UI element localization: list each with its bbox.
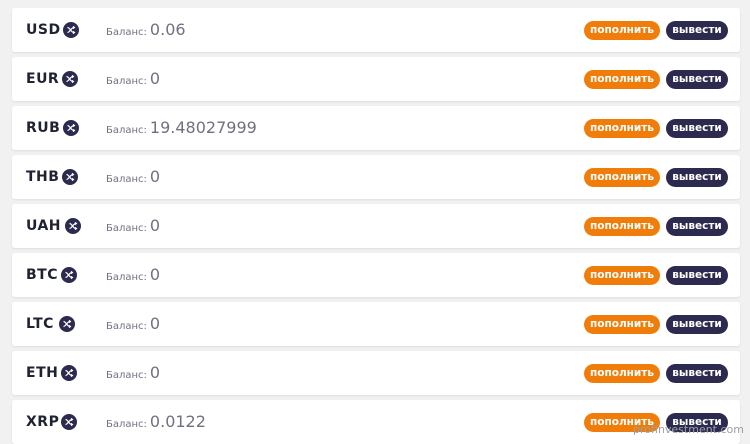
balance: Баланс:0	[106, 216, 160, 239]
deposit-button[interactable]: пополнить	[584, 217, 660, 236]
deposit-button[interactable]: пополнить	[584, 266, 660, 285]
balance-value: 0	[150, 314, 160, 333]
balance-label: Баланс:	[106, 174, 147, 185]
balance: Баланс:0	[106, 265, 160, 288]
currency-row-rub: RUB Баланс:19.48027999 пополнить вывести	[12, 106, 740, 150]
balance-value: 0	[150, 265, 160, 284]
currency-row-thb: THB Баланс:0 пополнить вывести	[12, 155, 740, 199]
exchange-icon[interactable]	[59, 316, 75, 332]
balance: Баланс:0	[106, 314, 160, 337]
balance-label: Баланс:	[106, 125, 147, 136]
balance-label: Баланс:	[106, 27, 147, 38]
balance-value: 0	[150, 216, 160, 235]
balance: Баланс:0.06	[106, 20, 186, 43]
currency-code: USD	[26, 21, 61, 39]
balance: Баланс:0	[106, 69, 160, 92]
deposit-button[interactable]: пополнить	[584, 21, 660, 40]
balance: Баланс:19.48027999	[106, 118, 257, 141]
currency-code: EUR	[26, 70, 59, 88]
balance-label: Баланс:	[106, 370, 147, 381]
withdraw-button[interactable]: вывести	[666, 217, 728, 236]
balance-value: 0	[150, 363, 160, 382]
exchange-icon[interactable]	[62, 169, 78, 185]
currency-code: UAH	[26, 217, 61, 235]
balance-label: Баланс:	[106, 223, 147, 234]
watermark: profinvestment.com	[633, 423, 744, 437]
exchange-icon[interactable]	[61, 267, 77, 283]
withdraw-button[interactable]: вывести	[666, 21, 728, 40]
withdraw-button[interactable]: вывести	[666, 315, 728, 334]
exchange-icon[interactable]	[65, 218, 81, 234]
currency-balance-list: USDБаланс:0.06пополнитьвывестиEURБаланс:…	[0, 0, 750, 439]
exchange-icon[interactable]	[63, 120, 79, 136]
balance: Баланс:0.0122	[106, 412, 206, 435]
balance-label: Баланс:	[106, 76, 147, 87]
currency-code: ETH	[26, 364, 58, 382]
currency-code: THB	[26, 168, 59, 186]
balance-value: 0.0122	[150, 412, 206, 431]
withdraw-button[interactable]: вывести	[666, 364, 728, 383]
currency-row-ltc: LTC Баланс:0 пополнить вывести	[12, 302, 740, 346]
balance-value: 0	[150, 69, 160, 88]
currency-code: XRP	[26, 413, 59, 431]
balance-label: Баланс:	[106, 419, 147, 430]
currency-row-btc: BTC Баланс:0 пополнить вывести	[12, 253, 740, 297]
deposit-button[interactable]: пополнить	[584, 364, 660, 383]
currency-row-eur: EUR Баланс:0 пополнить вывести	[12, 57, 740, 101]
deposit-button[interactable]: пополнить	[584, 70, 660, 89]
currency-row-uah: UAH Баланс:0 пополнить вывести	[12, 204, 740, 248]
balance-label: Баланс:	[106, 321, 147, 332]
withdraw-button[interactable]: вывести	[666, 266, 728, 285]
currency-row-xrp: XRPБаланс:0.0122пополнитьвывести	[12, 400, 740, 444]
balance-value: 0	[150, 167, 160, 186]
exchange-icon[interactable]	[63, 22, 79, 38]
deposit-button[interactable]: пополнить	[584, 315, 660, 334]
balance-value: 19.48027999	[150, 118, 257, 137]
deposit-button[interactable]: пополнить	[584, 119, 660, 138]
exchange-icon[interactable]	[62, 71, 78, 87]
currency-code: RUB	[26, 119, 60, 137]
exchange-icon[interactable]	[61, 365, 77, 381]
balance-label: Баланс:	[106, 272, 147, 283]
currency-code: BTC	[26, 266, 58, 284]
exchange-icon[interactable]	[61, 414, 77, 430]
withdraw-button[interactable]: вывести	[666, 168, 728, 187]
balance: Баланс:0	[106, 363, 160, 386]
withdraw-button[interactable]: вывести	[666, 70, 728, 89]
balance-value: 0.06	[150, 20, 186, 39]
withdraw-button[interactable]: вывести	[666, 119, 728, 138]
balance: Баланс:0	[106, 167, 160, 190]
currency-code: LTC	[26, 315, 54, 333]
deposit-button[interactable]: пополнить	[584, 168, 660, 187]
currency-row-eth: ETH Баланс:0 пополнить вывести	[12, 351, 740, 395]
currency-row-usd: USD Баланс:0.06 пополнить вывести	[12, 8, 740, 52]
